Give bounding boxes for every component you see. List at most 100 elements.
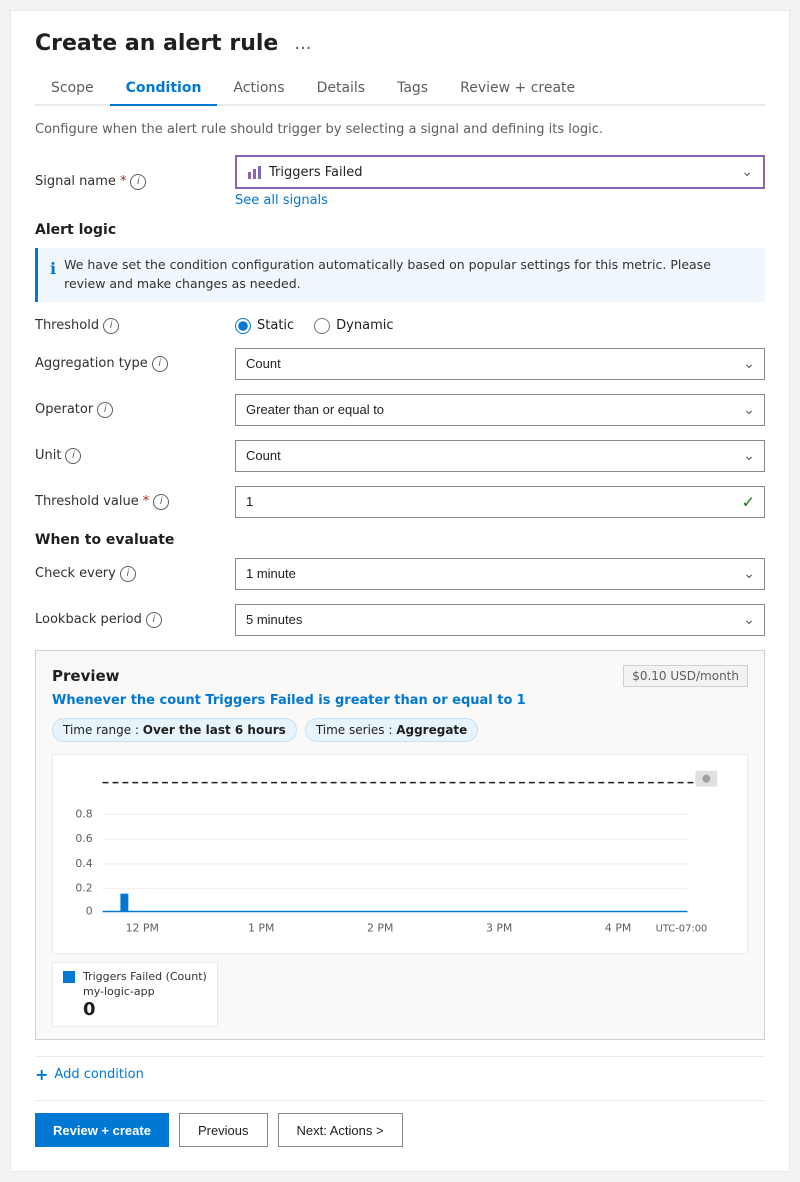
plus-icon: + — [35, 1065, 48, 1084]
time-range-tag[interactable]: Time range : Over the last 6 hours — [52, 718, 297, 742]
signal-chart-icon — [247, 164, 263, 180]
unit-control: Count — [235, 440, 765, 472]
svg-text:0.2: 0.2 — [75, 881, 92, 894]
svg-text:0.6: 0.6 — [75, 832, 92, 845]
aggregation-control: Count — [235, 348, 765, 380]
chart-svg: 0.8 0.6 0.4 0.2 0 12 PM 1 PM 2 PM 3 PM 4… — [53, 755, 747, 953]
tab-details[interactable]: Details — [301, 72, 382, 106]
threshold-dynamic-radio-label[interactable]: Dynamic — [314, 318, 393, 334]
threshold-static-radio-label[interactable]: Static — [235, 318, 294, 334]
unit-info-icon[interactable]: i — [65, 448, 81, 464]
operator-select-wrapper: Greater than or equal to — [235, 394, 765, 426]
legend-resource-name: my-logic-app — [83, 984, 207, 999]
preview-chart: 0.8 0.6 0.4 0.2 0 12 PM 1 PM 2 PM 3 PM 4… — [52, 754, 748, 954]
add-condition-row[interactable]: + Add condition — [35, 1056, 765, 1092]
preview-header: Preview $0.10 USD/month — [52, 665, 748, 687]
operator-label: Operator i — [35, 402, 235, 418]
preview-tags: Time range : Over the last 6 hours Time … — [52, 718, 748, 742]
aggregation-info-icon[interactable]: i — [152, 356, 168, 372]
signal-name-label: Signal name * i — [35, 174, 235, 190]
page-header: Create an alert rule ... — [35, 31, 765, 56]
info-banner-icon: ℹ — [50, 257, 56, 294]
lookback-row: Lookback period i 5 minutes — [35, 604, 765, 636]
lookback-label: Lookback period i — [35, 612, 235, 628]
svg-text:12 PM: 12 PM — [126, 921, 159, 934]
previous-button[interactable]: Previous — [179, 1113, 268, 1147]
threshold-label: Threshold i — [35, 318, 235, 334]
time-range-tag-value: Over the last 6 hours — [143, 723, 286, 737]
preview-desc-prefix: Whenever the count Triggers Failed is gr… — [52, 693, 512, 708]
tab-tags[interactable]: Tags — [381, 72, 444, 106]
lookback-info-icon[interactable]: i — [146, 612, 162, 628]
check-every-info-icon[interactable]: i — [120, 566, 136, 582]
unit-label: Unit i — [35, 448, 235, 464]
svg-text:4 PM: 4 PM — [605, 921, 631, 934]
nav-tabs: Scope Condition Actions Details Tags Rev… — [35, 72, 765, 106]
threshold-value-input[interactable] — [235, 486, 765, 518]
threshold-info-icon[interactable]: i — [103, 318, 119, 334]
add-condition-label: Add condition — [54, 1067, 143, 1082]
signal-info-icon[interactable]: i — [130, 174, 146, 190]
tab-review-create[interactable]: Review + create — [444, 72, 591, 106]
review-create-button[interactable]: Review + create — [35, 1113, 169, 1147]
tab-scope[interactable]: Scope — [35, 72, 110, 106]
threshold-check-icon: ✓ — [742, 492, 755, 511]
threshold-value-required-star: * — [143, 494, 150, 509]
signal-name-row: Signal name * i Triggers Failed ⌄ See al… — [35, 155, 765, 208]
threshold-dynamic-label: Dynamic — [336, 318, 393, 333]
aggregation-label: Aggregation type i — [35, 356, 235, 372]
next-actions-button[interactable]: Next: Actions > — [278, 1113, 403, 1147]
svg-text:UTC-07:00: UTC-07:00 — [656, 923, 708, 934]
threshold-static-label: Static — [257, 318, 294, 333]
threshold-value-control: ✓ — [235, 486, 765, 518]
operator-control: Greater than or equal to — [235, 394, 765, 426]
tab-actions[interactable]: Actions — [217, 72, 300, 106]
threshold-static-radio[interactable] — [235, 318, 251, 334]
unit-select-wrapper: Count — [235, 440, 765, 472]
when-to-evaluate-title: When to evaluate — [35, 532, 765, 548]
alert-info-banner: ℹ We have set the condition configuratio… — [35, 248, 765, 302]
svg-text:0.4: 0.4 — [75, 856, 92, 869]
threshold-row: Threshold i Static Dynamic — [35, 318, 765, 334]
threshold-value-wrapper: ✓ — [235, 486, 765, 518]
svg-text:3 PM: 3 PM — [486, 921, 512, 934]
threshold-value-info-icon[interactable]: i — [153, 494, 169, 510]
threshold-radio-group: Static Dynamic — [235, 318, 765, 334]
chart-legend: Triggers Failed (Count) my-logic-app 0 — [52, 962, 218, 1028]
time-series-tag-value: Aggregate — [396, 723, 467, 737]
operator-info-icon[interactable]: i — [97, 402, 113, 418]
svg-text:2 PM: 2 PM — [367, 921, 393, 934]
unit-select[interactable]: Count — [235, 440, 765, 472]
svg-text:1 PM: 1 PM — [248, 921, 274, 934]
signal-select-dropdown[interactable]: Triggers Failed ⌄ — [235, 155, 765, 189]
time-series-tag-label: Time series : — [316, 723, 393, 737]
threshold-control: Static Dynamic — [235, 318, 765, 334]
check-every-label: Check every i — [35, 566, 235, 582]
alert-logic-title: Alert logic — [35, 222, 765, 238]
preview-title: Preview — [52, 667, 120, 685]
footer: Review + create Previous Next: Actions > — [35, 1100, 765, 1151]
condition-description: Configure when the alert rule should tri… — [35, 122, 765, 137]
see-all-signals-link[interactable]: See all signals — [235, 193, 765, 208]
operator-select[interactable]: Greater than or equal to — [235, 394, 765, 426]
aggregation-row: Aggregation type i Count — [35, 348, 765, 380]
unit-row: Unit i Count — [35, 440, 765, 472]
svg-text:0: 0 — [86, 904, 93, 917]
svg-text:0.8: 0.8 — [75, 807, 92, 820]
threshold-dynamic-radio[interactable] — [314, 318, 330, 334]
signal-chevron-icon: ⌄ — [741, 164, 753, 180]
threshold-value-label: Threshold value * i — [35, 494, 235, 510]
tab-condition[interactable]: Condition — [110, 72, 218, 106]
check-every-row: Check every i 1 minute — [35, 558, 765, 590]
aggregation-select[interactable]: Count — [235, 348, 765, 380]
ellipsis-button[interactable]: ... — [288, 31, 317, 56]
main-container: Create an alert rule ... Scope Condition… — [10, 10, 790, 1172]
signal-value-text: Triggers Failed — [269, 165, 362, 180]
lookback-select[interactable]: 5 minutes — [235, 604, 765, 636]
time-series-tag[interactable]: Time series : Aggregate — [305, 718, 479, 742]
cost-badge: $0.10 USD/month — [623, 665, 748, 687]
check-every-select-wrapper: 1 minute — [235, 558, 765, 590]
preview-desc-value: 1 — [517, 693, 526, 708]
aggregation-select-wrapper: Count — [235, 348, 765, 380]
check-every-select[interactable]: 1 minute — [235, 558, 765, 590]
